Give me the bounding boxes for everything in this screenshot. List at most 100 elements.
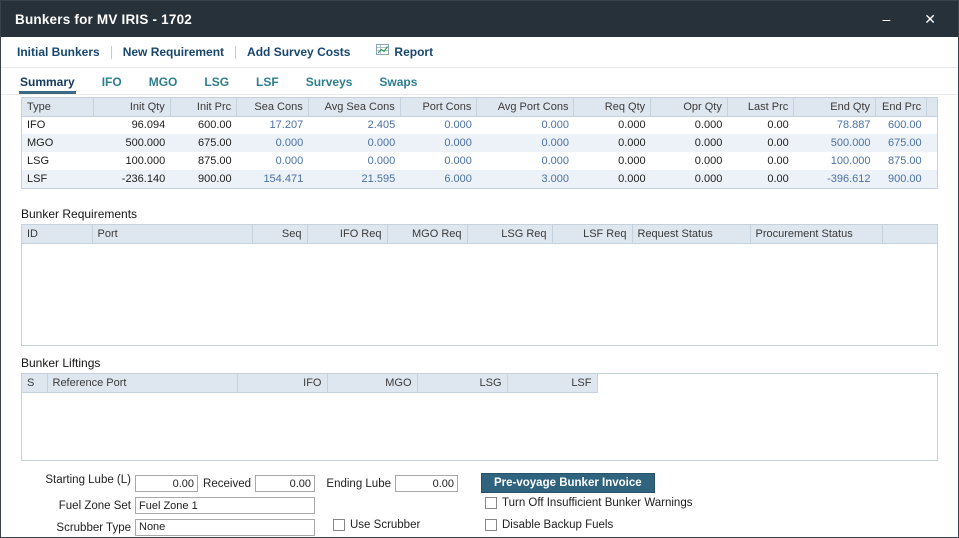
cell-port-cons[interactable]: 0.000 <box>400 134 477 152</box>
cell-end-qty[interactable]: 78.887 <box>794 116 876 134</box>
cell-end-qty[interactable]: -396.612 <box>794 170 876 188</box>
summary-col-init-prc[interactable]: Init Prc <box>170 98 236 116</box>
cell-port-cons[interactable]: 0.000 <box>400 116 477 134</box>
req-col-ifo-req[interactable]: IFO Req <box>307 225 387 243</box>
tab-summary[interactable]: Summary <box>19 71 76 94</box>
cell-init-qty: 96.094 <box>94 116 171 134</box>
cell-end-prc[interactable]: 675.00 <box>876 134 927 152</box>
cell-end-qty[interactable]: 500.000 <box>794 134 876 152</box>
cell-end-prc[interactable]: 600.00 <box>876 116 927 134</box>
cell-end-qty[interactable]: 100.000 <box>794 152 876 170</box>
cell-opr-qty: 0.000 <box>651 170 728 188</box>
requirements-header-row: ID Port Seq IFO Req MGO Req LSG Req LSF … <box>22 225 938 243</box>
cell-avg-port-cons[interactable]: 0.000 <box>477 116 574 134</box>
cell-sea-cons[interactable]: 0.000 <box>237 152 309 170</box>
lift-col-lsg[interactable]: LSG <box>417 374 507 392</box>
cell-sea-cons[interactable]: 154.471 <box>237 170 309 188</box>
summary-row-lsg: LSG 100.000 875.00 0.000 0.000 0.000 0.0… <box>22 152 938 170</box>
cell-avg-sea-cons[interactable]: 0.000 <box>308 134 400 152</box>
summary-col-req-qty[interactable]: Req Qty <box>574 98 651 116</box>
close-icon[interactable]: ✕ <box>924 12 936 26</box>
cell-sea-cons[interactable]: 17.207 <box>237 116 309 134</box>
req-col-request-status[interactable]: Request Status <box>632 225 750 243</box>
cell-avg-sea-cons[interactable]: 2.405 <box>308 116 400 134</box>
req-col-lsg-req[interactable]: LSG Req <box>467 225 552 243</box>
req-col-mgo-req[interactable]: MGO Req <box>387 225 467 243</box>
cell-avg-port-cons[interactable]: 3.000 <box>477 170 574 188</box>
scrubber-type-select[interactable]: None <box>135 519 315 536</box>
summary-col-port-cons[interactable]: Port Cons <box>400 98 477 116</box>
tab-lsg[interactable]: LSG <box>203 71 230 94</box>
tab-swaps[interactable]: Swaps <box>378 71 418 94</box>
cell-sea-cons[interactable]: 0.000 <box>237 134 309 152</box>
cell-port-cons[interactable]: 6.000 <box>400 170 477 188</box>
cell-end-prc[interactable]: 875.00 <box>876 152 927 170</box>
lift-col-s[interactable]: S <box>22 374 47 392</box>
cell-filler <box>927 152 938 170</box>
cell-avg-sea-cons[interactable]: 0.000 <box>308 152 400 170</box>
summary-row-mgo: MGO 500.000 675.00 0.000 0.000 0.000 0.0… <box>22 134 938 152</box>
summary-col-end-qty[interactable]: End Qty <box>794 98 876 116</box>
tab-mgo[interactable]: MGO <box>148 71 179 94</box>
summary-col-last-prc[interactable]: Last Prc <box>727 98 793 116</box>
lift-col-ifo[interactable]: IFO <box>237 374 327 392</box>
lift-col-lsf[interactable]: LSF <box>507 374 597 392</box>
add-survey-costs-button[interactable]: Add Survey Costs <box>247 45 350 59</box>
cell-init-qty: 500.000 <box>94 134 171 152</box>
summary-col-avg-port-cons[interactable]: Avg Port Cons <box>477 98 574 116</box>
req-col-port[interactable]: Port <box>92 225 252 243</box>
ending-lube-input[interactable] <box>395 475 458 492</box>
cell-type: LSG <box>22 152 94 170</box>
summary-row-ifo: IFO 96.094 600.00 17.207 2.405 0.000 0.0… <box>22 116 938 134</box>
received-input[interactable] <box>255 475 315 492</box>
cell-avg-port-cons[interactable]: 0.000 <box>477 134 574 152</box>
cell-filler <box>927 134 938 152</box>
use-scrubber-label: Use Scrubber <box>350 519 420 531</box>
fuel-zone-set-input[interactable] <box>135 497 315 514</box>
use-scrubber-checkbox[interactable]: Use Scrubber <box>333 519 420 531</box>
cell-type: LSF <box>22 170 94 188</box>
initial-bunkers-button[interactable]: Initial Bunkers <box>17 45 100 59</box>
cell-req-qty: 0.000 <box>574 116 651 134</box>
report-group: Report <box>376 43 433 61</box>
summary-col-init-qty[interactable]: Init Qty <box>94 98 171 116</box>
summary-col-end-prc[interactable]: End Prc <box>876 98 927 116</box>
tab-surveys[interactable]: Surveys <box>305 71 354 94</box>
cell-filler <box>927 170 938 188</box>
lift-col-reference-port[interactable]: Reference Port <box>47 374 237 392</box>
tab-lsf[interactable]: LSF <box>255 71 280 94</box>
tab-ifo[interactable]: IFO <box>101 71 123 94</box>
cell-avg-sea-cons[interactable]: 21.595 <box>308 170 400 188</box>
cell-opr-qty: 0.000 <box>651 152 728 170</box>
req-col-id[interactable]: ID <box>22 225 92 243</box>
summary-col-filler <box>927 98 938 116</box>
pre-voyage-bunker-invoice-button[interactable]: Pre-voyage Bunker Invoice <box>481 473 655 493</box>
req-col-lsf-req[interactable]: LSF Req <box>552 225 632 243</box>
bunkers-window: Bunkers for MV IRIS - 1702 – ✕ Initial B… <box>0 0 959 538</box>
window-title: Bunkers for MV IRIS - 1702 <box>15 12 192 27</box>
report-icon <box>376 43 389 61</box>
cell-init-prc: 675.00 <box>170 134 236 152</box>
report-button[interactable]: Report <box>394 45 433 59</box>
disable-backup-fuels-checkbox[interactable]: Disable Backup Fuels <box>485 519 613 531</box>
req-col-filler <box>882 225 938 243</box>
cell-req-qty: 0.000 <box>574 134 651 152</box>
summary-col-avg-sea-cons[interactable]: Avg Sea Cons <box>308 98 400 116</box>
cell-avg-port-cons[interactable]: 0.000 <box>477 152 574 170</box>
summary-col-opr-qty[interactable]: Opr Qty <box>651 98 728 116</box>
summary-row-lsf: LSF -236.140 900.00 154.471 21.595 6.000… <box>22 170 938 188</box>
minimize-icon[interactable]: – <box>882 12 890 26</box>
lift-col-mgo[interactable]: MGO <box>327 374 417 392</box>
checkbox-icon <box>485 519 497 531</box>
req-col-procurement-status[interactable]: Procurement Status <box>750 225 882 243</box>
starting-lube-input[interactable] <box>135 475 198 492</box>
checkbox-icon <box>333 519 345 531</box>
turn-off-warnings-checkbox[interactable]: Turn Off Insufficient Bunker Warnings <box>485 497 692 509</box>
summary-col-type[interactable]: Type <box>22 98 94 116</box>
cell-end-prc[interactable]: 900.00 <box>876 170 927 188</box>
req-col-seq[interactable]: Seq <box>252 225 307 243</box>
new-requirement-button[interactable]: New Requirement <box>123 45 224 59</box>
summary-col-sea-cons[interactable]: Sea Cons <box>237 98 309 116</box>
window-controls: – ✕ <box>882 12 944 26</box>
cell-port-cons[interactable]: 0.000 <box>400 152 477 170</box>
